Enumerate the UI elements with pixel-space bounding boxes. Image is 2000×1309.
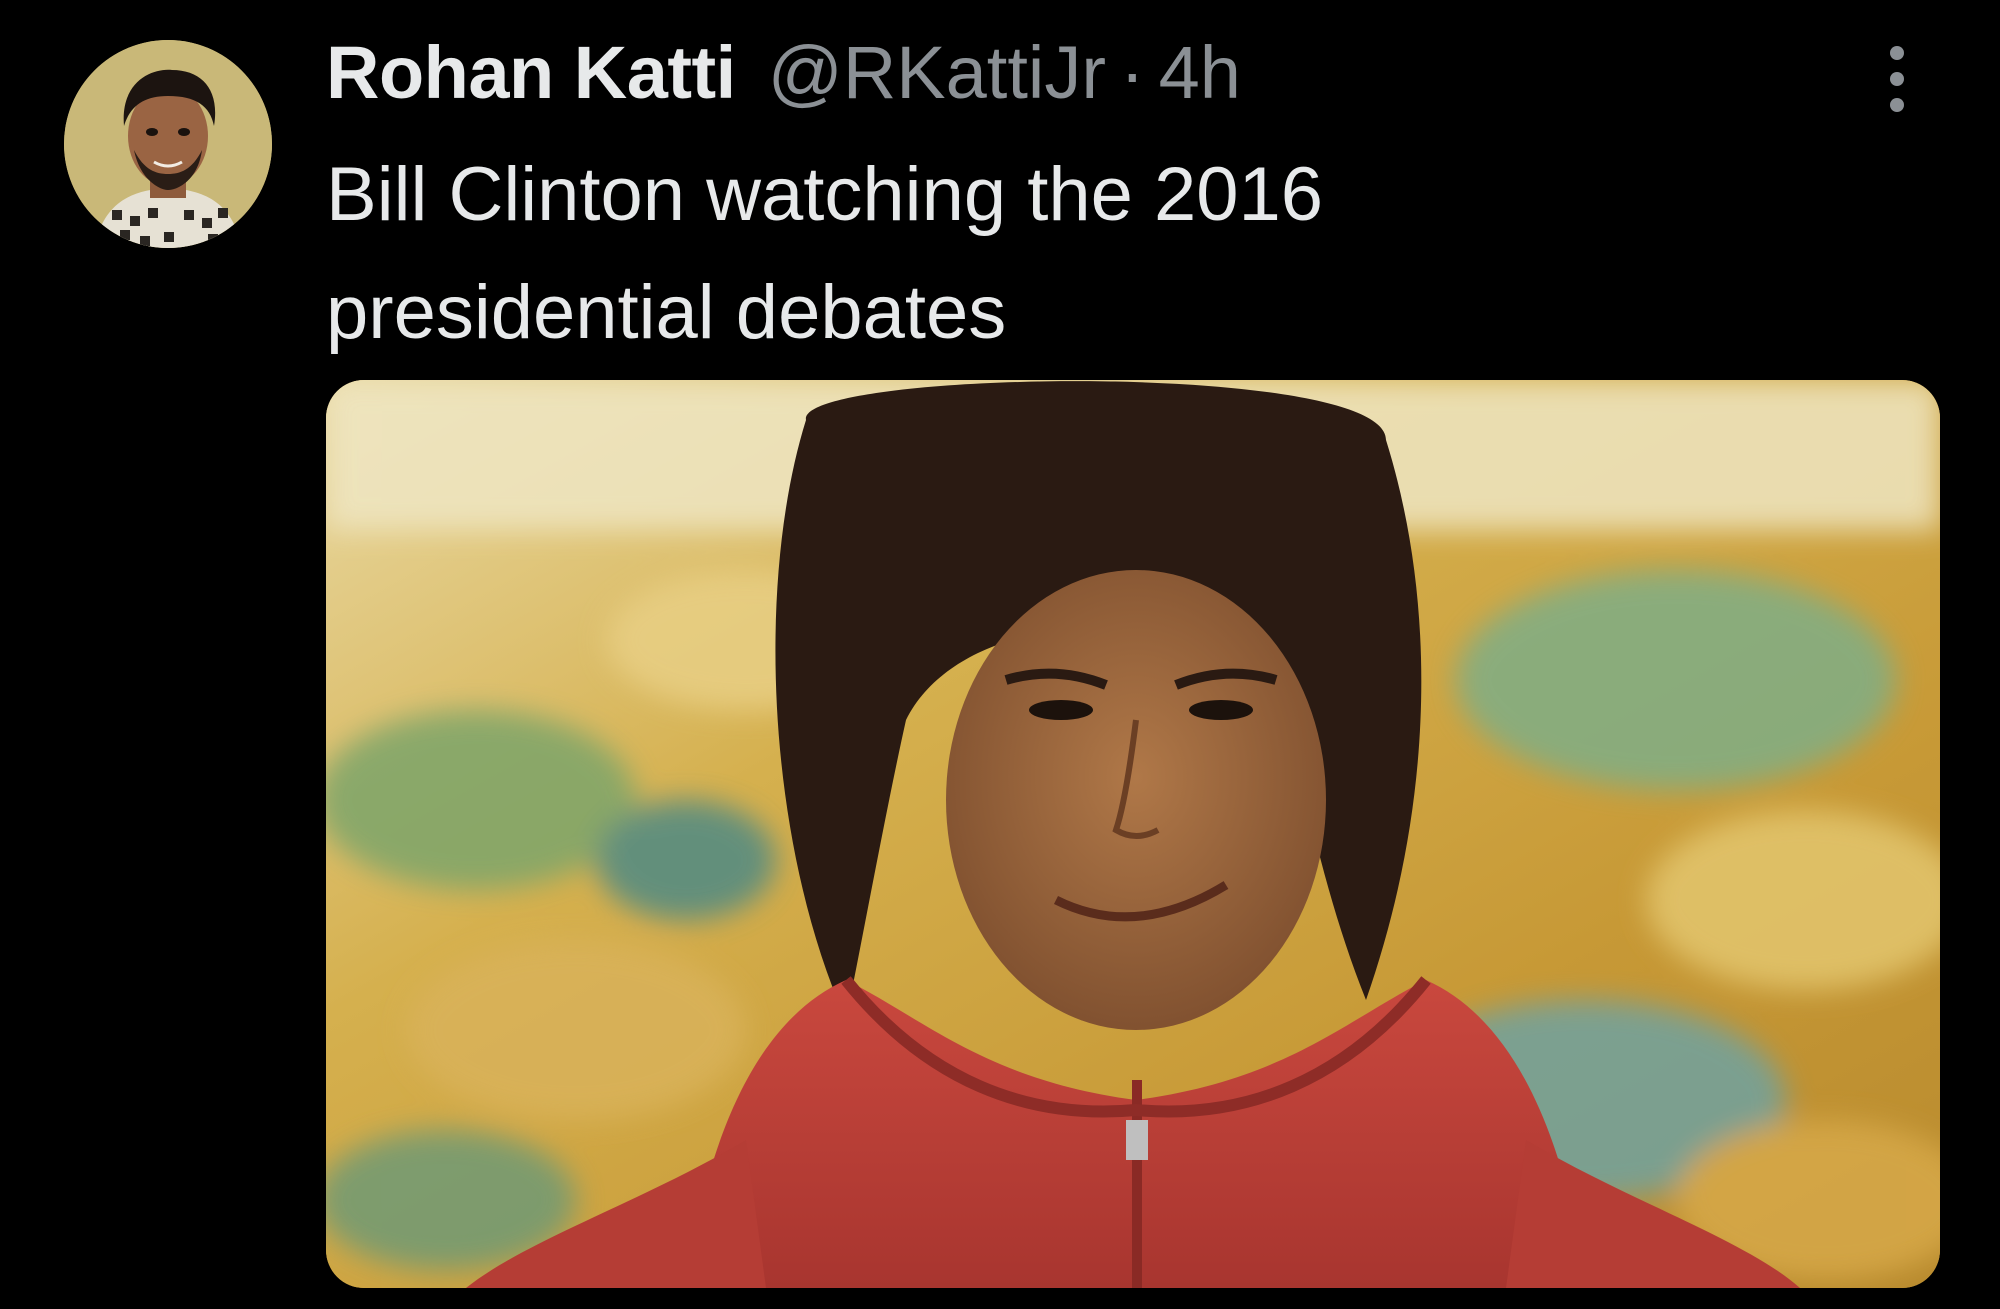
more-vertical-icon[interactable] [1874,46,1920,112]
tweet[interactable]: Rohan Katti @RKattiJr · 4h Bill Clinton … [0,0,2000,1309]
tweet-text-line: Bill Clinton watching the 2016 [326,152,1324,237]
tweet-text: Bill Clinton watching the 2016 president… [326,136,1526,372]
tweet-timestamp[interactable]: 4h [1159,30,1241,115]
tweet-media-image[interactable] [326,380,1940,1288]
author-display-name[interactable]: Rohan Katti [326,30,736,115]
avatar-image [64,40,272,248]
tweet-text-line: presidential debates [326,270,1007,355]
author-handle[interactable]: @RKattiJr [768,30,1106,115]
more-dot [1890,98,1904,112]
header-separator: · [1119,31,1145,114]
more-dot [1890,46,1904,60]
avatar[interactable] [64,40,272,248]
more-dot [1890,72,1904,86]
tweet-header: Rohan Katti @RKattiJr · 4h [326,30,1241,120]
media-photo [326,380,1940,1288]
